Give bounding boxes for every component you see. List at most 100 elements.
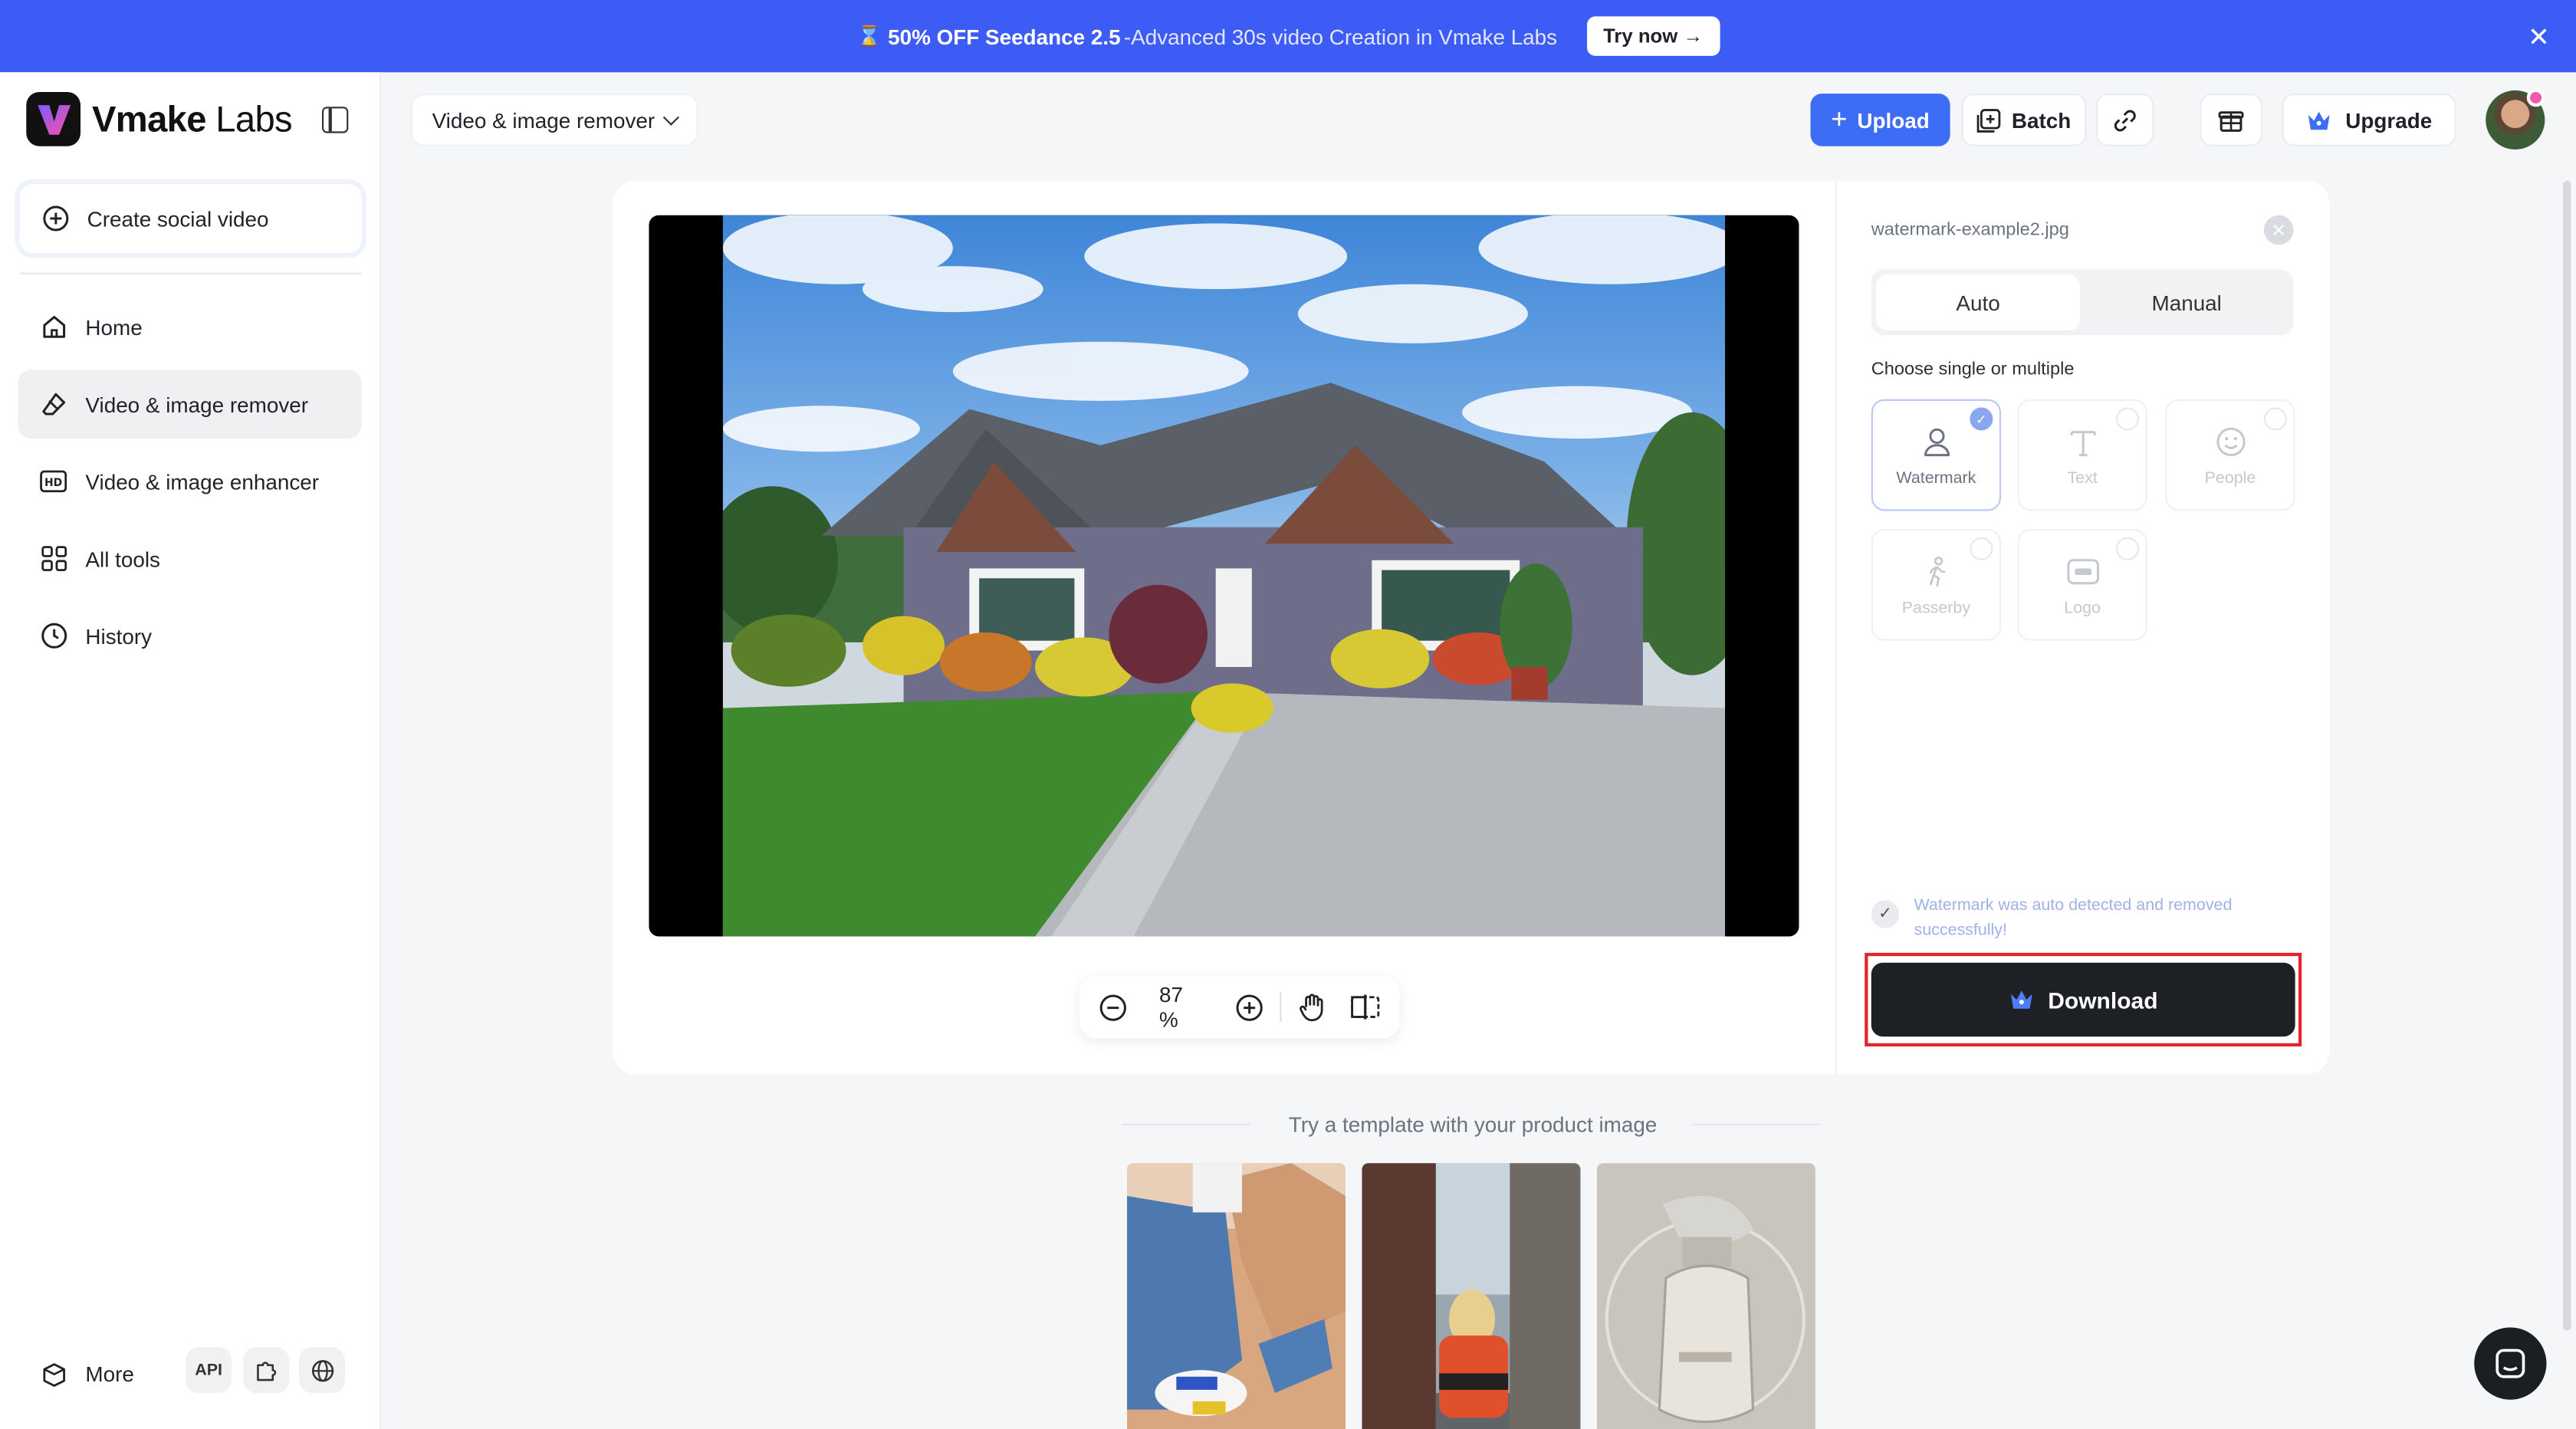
option-label: Watermark [1896,468,1976,488]
globe-icon[interactable] [299,1347,346,1394]
sidebar: Vmake Labs Create social video Home Vide… [0,72,382,1429]
sidebar-divider [19,272,362,274]
crown-icon [2306,110,2331,131]
upgrade-button[interactable]: Upgrade [2282,94,2456,146]
chevron-down-icon [662,108,679,125]
hourglass-icon: ⌛ [856,25,882,48]
option-watermark[interactable]: ✓ Watermark [1871,399,2002,511]
plus-icon: + [1831,103,1848,135]
walking-person-icon [1918,553,1954,589]
download-label: Download [2048,986,2158,1013]
crown-icon [2009,989,2033,1010]
option-people[interactable]: People [2165,399,2295,511]
upgrade-label: Upgrade [2345,107,2433,133]
option-label: Passerby [1901,599,1971,617]
tab-auto[interactable]: Auto [1876,274,2080,330]
home-icon [39,313,67,340]
sidebar-item-label: History [85,623,153,649]
file-name: watermark-example2.jpg [1871,220,2069,240]
close-file-icon[interactable]: ✕ [2263,215,2294,245]
clock-icon [39,622,67,649]
more-button[interactable]: More [39,1360,134,1388]
try-now-button[interactable]: Try now → [1586,16,1720,56]
logo-badge-icon [2065,553,2101,589]
template-thumbnail[interactable] [1127,1163,1346,1429]
radio-icon [2116,537,2140,560]
promo-detail: -Advanced 30s video Creation in Vmake La… [1123,24,1558,49]
chat-support-button[interactable] [2474,1327,2547,1400]
sidebar-item-history[interactable]: History [18,601,362,670]
compare-icon[interactable] [1350,992,1380,1022]
sidebar-item-label: Video & image remover [85,392,309,417]
sidebar-item-label: Video & image enhancer [85,468,320,494]
zoom-divider [1280,992,1282,1022]
create-social-video-button[interactable]: Create social video [19,184,362,254]
check-circle-icon: ✓ [1871,900,1900,928]
gift-button[interactable] [2200,94,2262,146]
templates-title: Try a template with your product image [1288,1112,1658,1137]
eraser-icon [39,390,67,418]
link-button[interactable] [2096,94,2154,146]
zoom-level: 87 % [1158,982,1183,1032]
success-text: Watermark was auto detected and removed … [1914,897,2233,940]
create-social-video-label: Create social video [87,205,269,232]
template-thumbnail[interactable] [1362,1163,1581,1429]
option-text[interactable]: Text [2017,399,2147,511]
preview-image [722,215,1726,937]
image-viewer[interactable] [649,215,1799,937]
radio-icon [1970,537,1993,560]
more-label: More [85,1362,134,1387]
download-button[interactable]: Download [1871,962,2295,1037]
chat-icon [2494,1347,2527,1380]
template-thumbnail[interactable] [1596,1163,1815,1429]
option-label: People [2204,468,2256,488]
sidebar-item-label: Home [85,314,143,340]
close-icon[interactable]: ✕ [2528,21,2550,54]
text-icon [2065,423,2101,459]
cube-icon [39,1360,67,1388]
batch-label: Batch [2011,107,2072,133]
sidebar-item-label: All tools [85,546,160,571]
notification-dot [2526,88,2545,107]
radio-icon [2263,407,2287,431]
batch-button[interactable]: Batch [1961,94,2087,146]
option-logo[interactable]: Logo [2017,529,2147,641]
gift-icon [2218,107,2244,133]
tool-select-dropdown[interactable]: Video & image remover [410,94,698,146]
plugin-icon[interactable] [243,1347,290,1394]
brand-name: Vmake Labs [92,97,293,140]
radio-icon [2116,407,2140,431]
option-passerby[interactable]: Passerby [1871,529,2002,641]
batch-icon [1977,107,2002,132]
upload-label: Upload [1857,107,1930,133]
templates-title-row: Try a template with your product image [0,1112,2576,1137]
option-label: Text [2067,468,2098,488]
tool-select-value: Video & image remover [432,107,656,133]
promo-headline: 50% OFF Seedance 2.5 [888,24,1121,49]
sidebar-item-remover[interactable]: Video & image remover [18,370,362,439]
hand-pan-icon[interactable] [1298,992,1328,1022]
smiley-icon [2212,423,2248,459]
promo-banner: ⌛ 50% OFF Seedance 2.5 -Advanced 30s vid… [0,0,2576,73]
mode-tabs: Auto Manual [1871,269,2294,336]
upload-button[interactable]: + Upload [1810,94,1950,146]
svg-text:HD: HD [44,477,62,489]
success-message: ✓ Watermark was auto detected and remove… [1871,894,2302,943]
check-icon: ✓ [1970,407,1993,431]
vmake-logo-icon [26,92,81,146]
hd-icon: HD [39,468,67,495]
sidebar-item-enhancer[interactable]: HD Video & image enhancer [18,447,362,516]
zoom-in-icon[interactable] [1234,992,1263,1022]
brand-logo[interactable]: Vmake Labs [26,92,293,146]
zoom-controls: 87 % [1079,975,1400,1039]
api-button[interactable]: API [186,1347,232,1394]
app-root: ⌛ 50% OFF Seedance 2.5 -Advanced 30s vid… [0,0,2576,1429]
sidebar-item-all-tools[interactable]: All tools [18,524,362,593]
grid-icon [39,544,67,572]
tab-manual[interactable]: Manual [2085,274,2288,330]
zoom-out-icon[interactable] [1099,992,1129,1022]
sidebar-collapse-icon[interactable] [322,107,349,133]
sidebar-item-home[interactable]: Home [18,292,362,361]
choose-label: Choose single or multiple [1871,360,2075,380]
page-scrollbar[interactable] [2562,180,2571,1331]
